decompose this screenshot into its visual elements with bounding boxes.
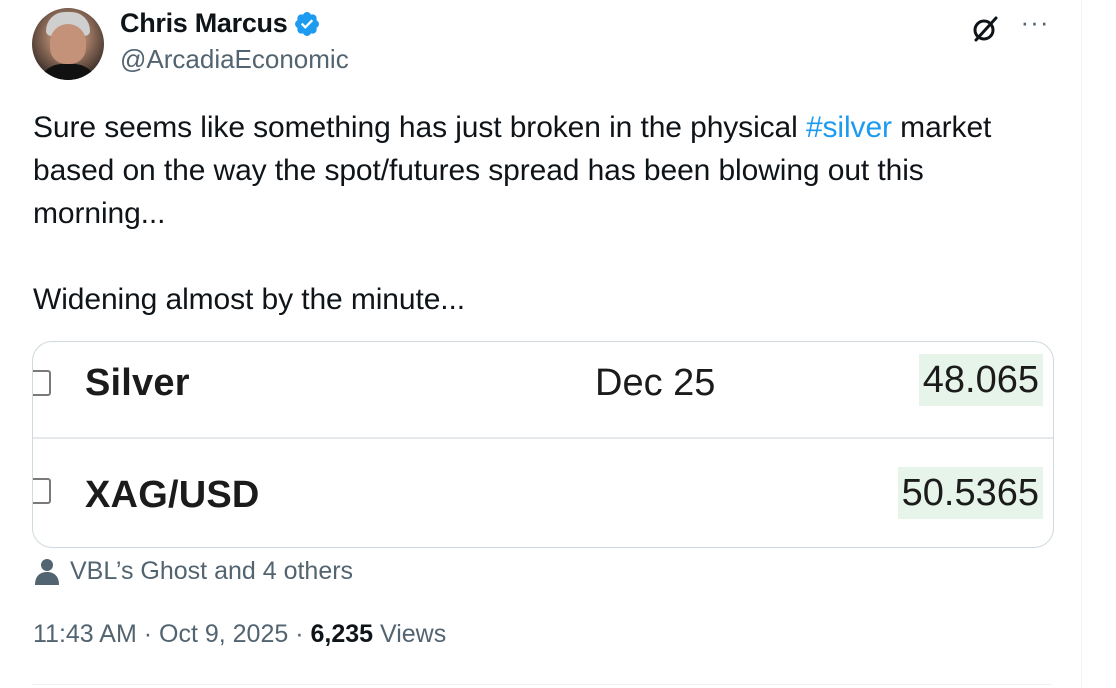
quote-symbol: XAG/USD — [85, 474, 260, 516]
quote-price: 48.065 — [918, 354, 1043, 406]
tweet-text-before: Sure seems like something has just broke… — [33, 111, 806, 144]
author-handle[interactable]: @ArcadiaEconomic — [120, 44, 349, 75]
hashtag-link[interactable]: #silver — [806, 111, 892, 144]
tweet-paragraph-1: Sure seems like something has just broke… — [33, 106, 1063, 235]
quote-expiry: Dec 25 — [595, 362, 716, 404]
verified-badge-icon — [295, 11, 320, 36]
tweet-time[interactable]: 11:43 AM — [33, 620, 137, 648]
person-icon — [35, 558, 59, 585]
author-name-row: Chris Marcus — [120, 8, 321, 39]
tagged-users[interactable]: VBL’s Ghost and 4 others — [34, 557, 353, 586]
views-label: Views — [373, 620, 447, 648]
quote-symbol: Silver — [85, 362, 190, 404]
avatar-face — [50, 24, 86, 64]
avatar-shirt — [38, 64, 98, 80]
row-checkbox — [33, 370, 51, 396]
row-divider — [33, 437, 1053, 439]
tweet: Chris Marcus @ArcadiaEconomic ··· Sure s… — [0, 0, 1082, 688]
grok-icon[interactable] — [970, 14, 1000, 44]
tweet-meta: 11:43 AM · Oct 9, 2025 · 6,235 Views — [33, 620, 446, 649]
tweet-date[interactable]: Oct 9, 2025 — [159, 620, 288, 648]
more-options-icon[interactable]: ··· — [1020, 9, 1050, 35]
tweet-text: Sure seems like something has just broke… — [33, 106, 1063, 321]
quote-price: 50.5365 — [897, 467, 1043, 519]
views-count: 6,235 — [310, 620, 374, 648]
media-image[interactable]: Silver Dec 25 48.065 XAG/USD 50.5365 — [32, 341, 1054, 548]
meta-separator: · — [288, 620, 311, 648]
tagged-users-text: VBL’s Ghost and 4 others — [70, 557, 354, 585]
tweet-paragraph-2: Widening almost by the minute... — [33, 283, 466, 316]
divider — [32, 684, 1052, 685]
row-checkbox — [33, 478, 51, 504]
avatar[interactable] — [32, 8, 104, 80]
meta-separator: · — [136, 620, 159, 648]
author-display-name[interactable]: Chris Marcus — [120, 8, 288, 39]
